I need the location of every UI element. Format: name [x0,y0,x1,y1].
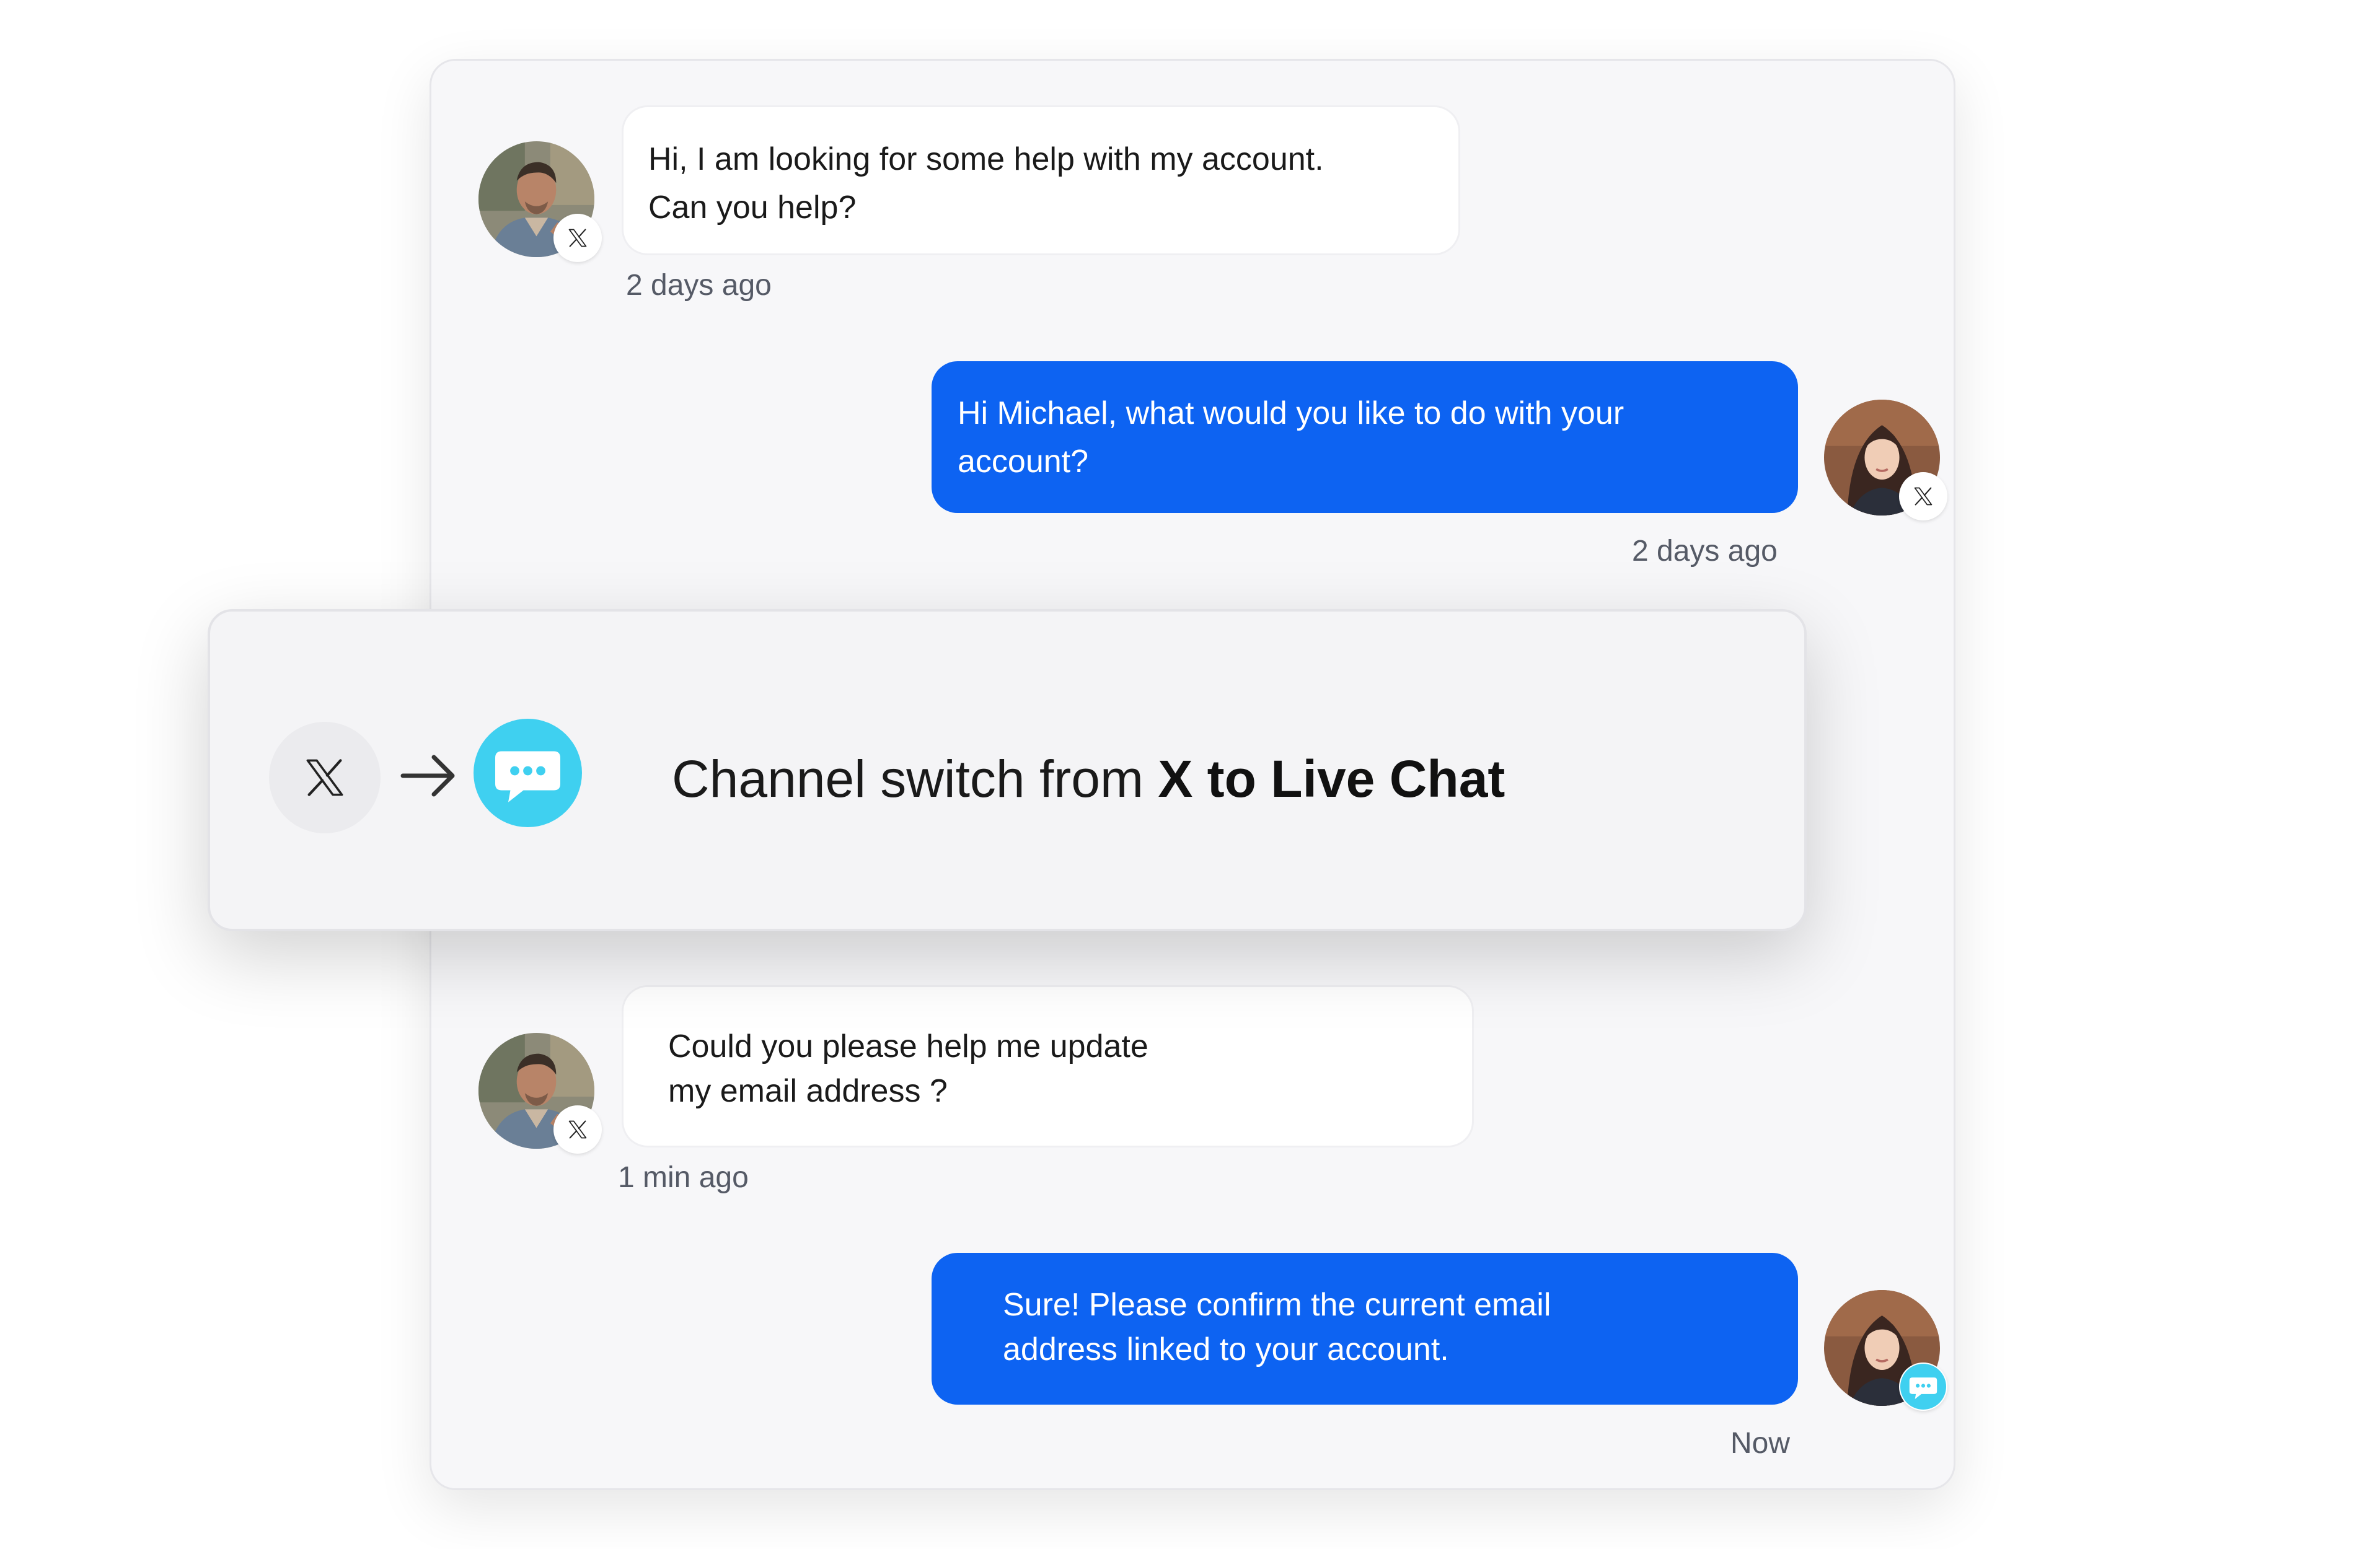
message-bubble-incoming: Could you please help me update my email… [622,985,1474,1147]
x-channel-badge [553,1105,602,1154]
conversation-stage: Hi, I am looking for some help with my a… [0,0,2380,1549]
message-timestamp: 2 days ago [626,269,772,302]
channel-switch-text: Channel switch from X to Live Chat [672,748,1505,810]
arrow-right-icon [398,745,460,807]
message-text-line: Can you help? [648,190,857,226]
customer-avatar[interactable] [478,141,602,262]
x-icon [566,1118,589,1141]
live-chat-channel-badge [1899,1363,1947,1411]
message-timestamp: 2 days ago [1632,535,1778,568]
message-text-line: Hi, I am looking for some help with my a… [648,141,1324,177]
message-text-line: address linked to your account. [1003,1332,1449,1367]
message-timestamp: 1 min ago [618,1161,749,1194]
message-text-line: Could you please help me update [668,1029,1148,1064]
message-bubble-outgoing: Sure! Please confirm the current email a… [932,1253,1798,1405]
x-icon [1911,485,1935,508]
message-timestamp: Now [1730,1427,1791,1460]
customer-avatar[interactable] [478,1033,602,1154]
live-chat-icon [474,719,582,827]
x-icon [566,226,589,250]
x-channel-badge [1899,472,1947,520]
channel-switch-card: Channel switch from X to Live Chat [208,609,1807,931]
message-text-line: account? [958,444,1089,480]
channel-switch-target: X to Live Chat [1158,750,1505,808]
message-bubble-outgoing: Hi Michael, what would you like to do wi… [932,361,1798,513]
x-channel-badge [553,214,602,262]
message-text-line: my email address ? [668,1073,948,1109]
live-chat-icon [1900,1364,1946,1410]
message-text-line: Hi Michael, what would you like to do wi… [958,395,1624,431]
channel-switch-prefix: Channel switch from [672,750,1158,808]
message-text-line: Sure! Please confirm the current email [1003,1287,1551,1323]
agent-avatar[interactable] [1824,400,1947,520]
message-bubble-incoming: Hi, I am looking for some help with my a… [622,105,1460,255]
x-icon [301,753,349,802]
x-channel-icon [269,722,381,833]
agent-avatar[interactable] [1824,1290,1947,1411]
